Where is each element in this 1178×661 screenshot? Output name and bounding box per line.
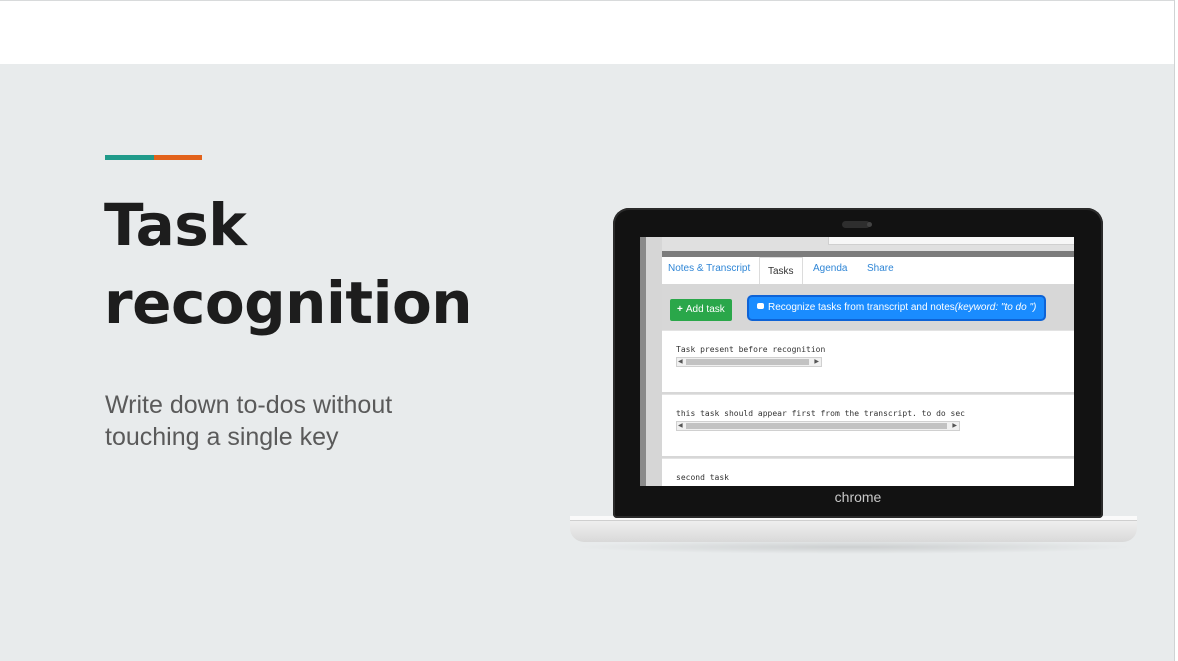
task-scrollbar[interactable]: ◀ ▶ [676, 421, 960, 431]
app-left-panel [646, 237, 662, 486]
scroll-right-icon[interactable]: ▶ [952, 422, 957, 430]
task-card[interactable]: second task [662, 458, 1074, 486]
recognize-tasks-button[interactable]: Recognize tasks from transcript and note… [749, 297, 1045, 319]
add-task-button[interactable]: + Add task [670, 299, 732, 321]
scroll-right-icon[interactable]: ▶ [814, 358, 819, 366]
slide-title-line-2: recognition [104, 269, 473, 337]
accent-bar-orange [153, 155, 202, 160]
laptop-shadow [572, 540, 1136, 554]
tab-share[interactable]: Share [867, 263, 894, 274]
task-toolbar: + Add task Recognize tasks from transcrip… [662, 284, 1074, 330]
task-scrollbar[interactable]: ◀ ▶ [676, 357, 822, 367]
slide-title: Task recognition [104, 186, 524, 342]
app-top-bar [662, 237, 1074, 251]
accent-bar-teal [105, 155, 154, 160]
scrollbar-thumb[interactable] [686, 423, 947, 429]
webcam-icon [842, 221, 870, 228]
task-card[interactable]: this task should appear first from the t… [662, 394, 1074, 456]
slide-edge [1174, 0, 1178, 661]
slide-title-line-1: Task [104, 191, 247, 259]
plus-icon: + [677, 304, 683, 315]
scrollbar-thumb[interactable] [686, 359, 809, 365]
task-text[interactable]: Task present before recognition [676, 345, 825, 354]
tab-notes-transcript[interactable]: Notes & Transcript [668, 263, 750, 274]
slide-subtitle-line-2: touching a single key [105, 423, 339, 451]
task-text[interactable]: second task [676, 473, 729, 482]
task-list: Task present before recognition ◀ ▶ this… [662, 330, 1074, 486]
laptop-screen: Notes & Transcript Tasks Agenda Share + A… [640, 237, 1074, 486]
webcam-lens-icon [867, 222, 872, 227]
scroll-left-icon[interactable]: ◀ [678, 422, 683, 430]
accent-bar [105, 155, 202, 160]
robot-icon [757, 303, 764, 310]
recognize-tasks-hint: (keyword: "to do ") [954, 302, 1037, 313]
tab-tasks[interactable]: Tasks [759, 257, 803, 285]
task-text[interactable]: this task should appear first from the t… [676, 409, 965, 418]
slide-subtitle-line-1: Write down to-dos without [105, 391, 393, 419]
slide-subtitle: Write down to-dos without touching a sin… [105, 389, 465, 453]
laptop-brand: chrome [834, 489, 882, 505]
task-card[interactable]: Task present before recognition ◀ ▶ [662, 330, 1074, 392]
recognize-tasks-label: Recognize tasks from transcript and note… [768, 302, 955, 313]
app-top-field [828, 237, 1074, 245]
tab-agenda[interactable]: Agenda [813, 263, 847, 274]
tab-bar: Notes & Transcript Tasks Agenda Share [662, 257, 1074, 285]
top-strip [0, 0, 1174, 64]
add-task-label: Add task [685, 304, 725, 315]
scroll-left-icon[interactable]: ◀ [678, 358, 683, 366]
